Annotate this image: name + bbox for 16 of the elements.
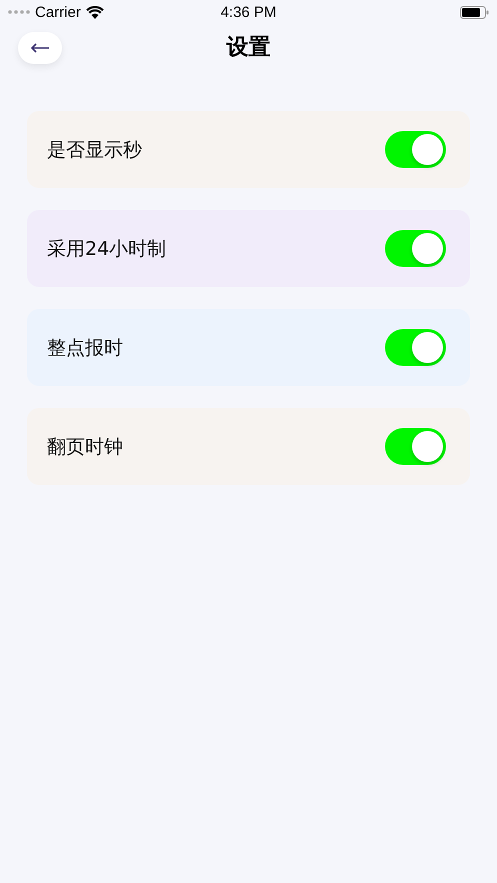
status-time: 4:36 PM <box>220 4 276 20</box>
setting-label: 翻页时钟 <box>47 434 123 460</box>
wifi-icon <box>86 6 104 18</box>
setting-label: 整点报时 <box>47 336 123 360</box>
carrier-name: Carrier <box>35 4 81 20</box>
toggle-switch[interactable] <box>385 230 446 267</box>
signal-icon <box>8 10 30 14</box>
back-button[interactable] <box>18 32 62 64</box>
battery-icon <box>460 6 489 18</box>
toggle-switch[interactable] <box>385 428 446 465</box>
toggle-switch[interactable] <box>385 329 446 366</box>
back-arrow-icon <box>30 43 50 53</box>
page-title: 设置 <box>226 34 270 62</box>
setting-label: 采用24小时制 <box>47 236 166 262</box>
toggle-switch[interactable] <box>385 131 446 168</box>
setting-label: 是否显示秒 <box>47 138 142 162</box>
